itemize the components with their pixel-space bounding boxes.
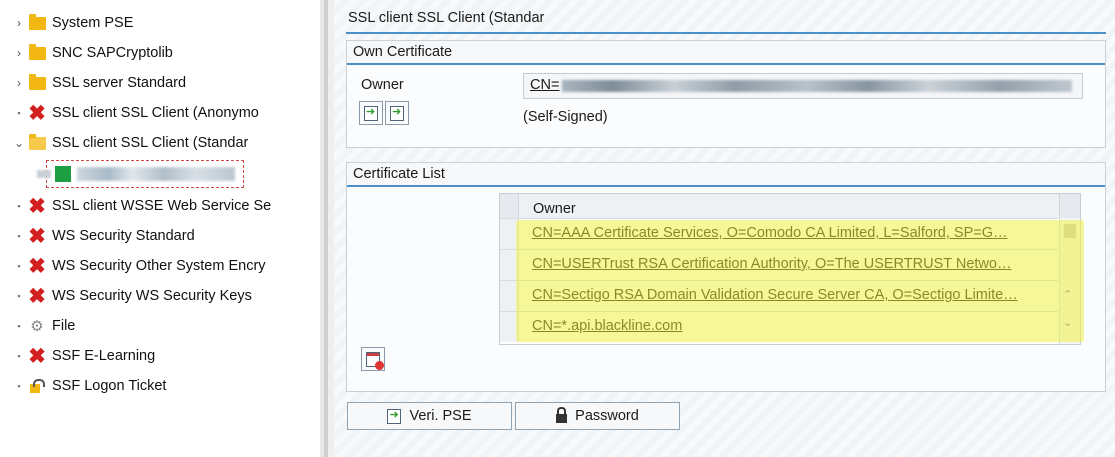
tree-item-label: WS Security Other System Encry (52, 258, 266, 274)
tree-item-ssf-elearning[interactable]: ▪ ✖ SSF E-Learning (0, 342, 155, 370)
tree-item-label: SSL client SSL Client (Anonymo (52, 105, 259, 121)
tree-item-label: SSL client SSL Client (Standar (52, 135, 249, 151)
redacted-text (562, 80, 1072, 92)
pse-title: SSL client SSL Client (Standar (346, 10, 1106, 34)
folder-icon (28, 73, 46, 90)
redacted-text (77, 167, 235, 181)
bullet-icon: ▪ (17, 261, 21, 271)
tree-item-label: SSF Logon Ticket (52, 378, 167, 394)
tree-item-label: SSL server Standard (52, 75, 187, 91)
veri-pse-button[interactable]: Veri. PSE (347, 402, 512, 430)
export-certificate-button[interactable] (385, 101, 409, 125)
certificate-owner-link[interactable]: CN=USERTrust RSA Certification Authority… (532, 256, 1052, 272)
red-x-icon: ✖ (28, 101, 46, 125)
certificate-owner-link[interactable]: CN=*.api.blackline.com (532, 318, 1052, 334)
own-certificate-group: Own Certificate Owner CN= (Self-Signed) (346, 40, 1106, 148)
import-certificate-button[interactable] (359, 101, 383, 125)
table-row[interactable]: CN=Sectigo RSA Domain Validation Secure … (500, 280, 1058, 311)
redacted-text (37, 170, 51, 178)
delete-icon (366, 351, 384, 370)
tree-item-ssl-server-standard[interactable]: › SSL server Standard (0, 69, 186, 97)
row-selector[interactable] (500, 281, 519, 311)
bullet-icon: ▪ (17, 321, 21, 331)
scrollbar-thumb[interactable] (1064, 224, 1076, 238)
tree-item-label: File (52, 318, 76, 334)
tree-item-label: System PSE (52, 15, 134, 31)
certificate-list-group: Certificate List Owner CN=AAA Certificat… (346, 162, 1106, 392)
certificate-list-title: Certificate List (347, 163, 1105, 187)
row-selector[interactable] (500, 250, 519, 280)
gear-icon: ⚙ (30, 318, 44, 335)
table-row[interactable]: CN=AAA Certificate Services, O=Comodo CA… (500, 218, 1058, 249)
chevron-right-icon[interactable]: › (12, 46, 26, 60)
red-x-icon: ✖ (28, 254, 46, 278)
tree-item-ws-security-other[interactable]: ▪ ✖ WS Security Other System Encry (0, 252, 266, 280)
tree-item-ssl-client-wsse[interactable]: ▪ ✖ SSL client WSSE Web Service Se (0, 192, 271, 220)
folder-icon (28, 13, 46, 30)
delete-certificate-button[interactable] (361, 347, 385, 371)
red-x-icon: ✖ (28, 284, 46, 308)
bullet-icon: ▪ (17, 381, 21, 391)
tree-item-label: SSL client WSSE Web Service Se (52, 198, 272, 214)
import-icon (364, 105, 378, 121)
owner-value-prefix: CN= (530, 77, 560, 93)
row-selector[interactable] (500, 219, 519, 249)
tree-item-label: SSF E-Learning (52, 348, 156, 364)
red-x-icon: ✖ (28, 344, 46, 368)
tree-item-label: WS Security Standard (52, 228, 195, 244)
pse-detail-pane: SSL client SSL Client (Standar Own Certi… (334, 0, 1115, 457)
table-row[interactable]: CN=*.api.blackline.com (500, 311, 1058, 342)
chevron-right-icon[interactable]: › (12, 16, 26, 30)
pane-splitter[interactable] (320, 0, 334, 457)
tree-item-ssl-client-anonymous[interactable]: ▪ ✖ SSL client SSL Client (Anonymo (0, 99, 259, 127)
chevron-right-icon[interactable]: › (12, 76, 26, 90)
tree-item-system-pse[interactable]: › System PSE (0, 9, 133, 37)
tree-item-ws-security-standard[interactable]: ▪ ✖ WS Security Standard (0, 222, 195, 250)
tree-item-file[interactable]: ▪ ⚙ File (0, 312, 75, 340)
owner-field[interactable]: CN= (523, 73, 1083, 99)
open-folder-icon (28, 133, 46, 150)
owner-column-header[interactable]: Owner (519, 194, 1059, 218)
ticket-lock-icon (30, 379, 45, 393)
select-all-cell[interactable] (500, 194, 519, 218)
password-button[interactable]: Password (515, 402, 680, 430)
bullet-icon: ▪ (17, 108, 21, 118)
table-corner (1059, 194, 1080, 218)
scroll-down-icon[interactable]: ⌄ (1063, 316, 1072, 329)
tree-item-ssf-logon-ticket[interactable]: ▪ SSF Logon Ticket (0, 372, 166, 400)
lock-icon (556, 407, 568, 423)
tree-item-snc-sapcryptolib[interactable]: › SNC SAPCryptolib (0, 39, 173, 67)
table-row[interactable]: CN=USERTrust RSA Certification Authority… (500, 249, 1058, 280)
row-selector[interactable] (500, 312, 519, 342)
own-certificate-title: Own Certificate (347, 41, 1105, 65)
bullet-icon: ▪ (17, 201, 21, 211)
import-icon (387, 408, 402, 424)
pse-tree: › System PSE › SNC SAPCryptolib › SSL se… (0, 0, 321, 457)
tree-item-ws-security-keys[interactable]: ▪ ✖ WS Security WS Security Keys (0, 282, 252, 310)
export-icon (390, 105, 404, 121)
certificate-owner-link[interactable]: CN=Sectigo RSA Domain Validation Secure … (532, 287, 1052, 303)
scroll-up-icon[interactable]: ⌃ (1063, 288, 1072, 301)
red-x-icon: ✖ (28, 194, 46, 218)
certificate-icon (55, 166, 71, 182)
bullet-icon: ▪ (17, 291, 21, 301)
self-signed-status: (Self-Signed) (523, 109, 608, 125)
bullet-icon: ▪ (17, 231, 21, 241)
owner-label: Owner (361, 77, 404, 93)
veri-pse-label: Veri. PSE (409, 408, 472, 424)
chevron-down-icon[interactable]: ⌄ (12, 136, 26, 150)
tree-item-label: WS Security WS Security Keys (52, 288, 252, 304)
bullet-icon: ▪ (17, 351, 21, 361)
password-label: Password (575, 408, 639, 424)
folder-icon (28, 43, 46, 60)
certificate-owner-link[interactable]: CN=AAA Certificate Services, O=Comodo CA… (532, 225, 1052, 241)
tree-item-label: SNC SAPCryptolib (52, 45, 173, 61)
tree-item-ssl-client-standard[interactable]: ⌄ SSL client SSL Client (Standar (0, 129, 248, 157)
red-x-icon: ✖ (28, 224, 46, 248)
table-scrollbar[interactable]: ⌃ ⌄ (1059, 218, 1080, 344)
certificate-table: Owner CN=AAA Certificate Services, O=Com… (499, 193, 1081, 345)
selected-certificate-entry[interactable] (37, 160, 244, 188)
